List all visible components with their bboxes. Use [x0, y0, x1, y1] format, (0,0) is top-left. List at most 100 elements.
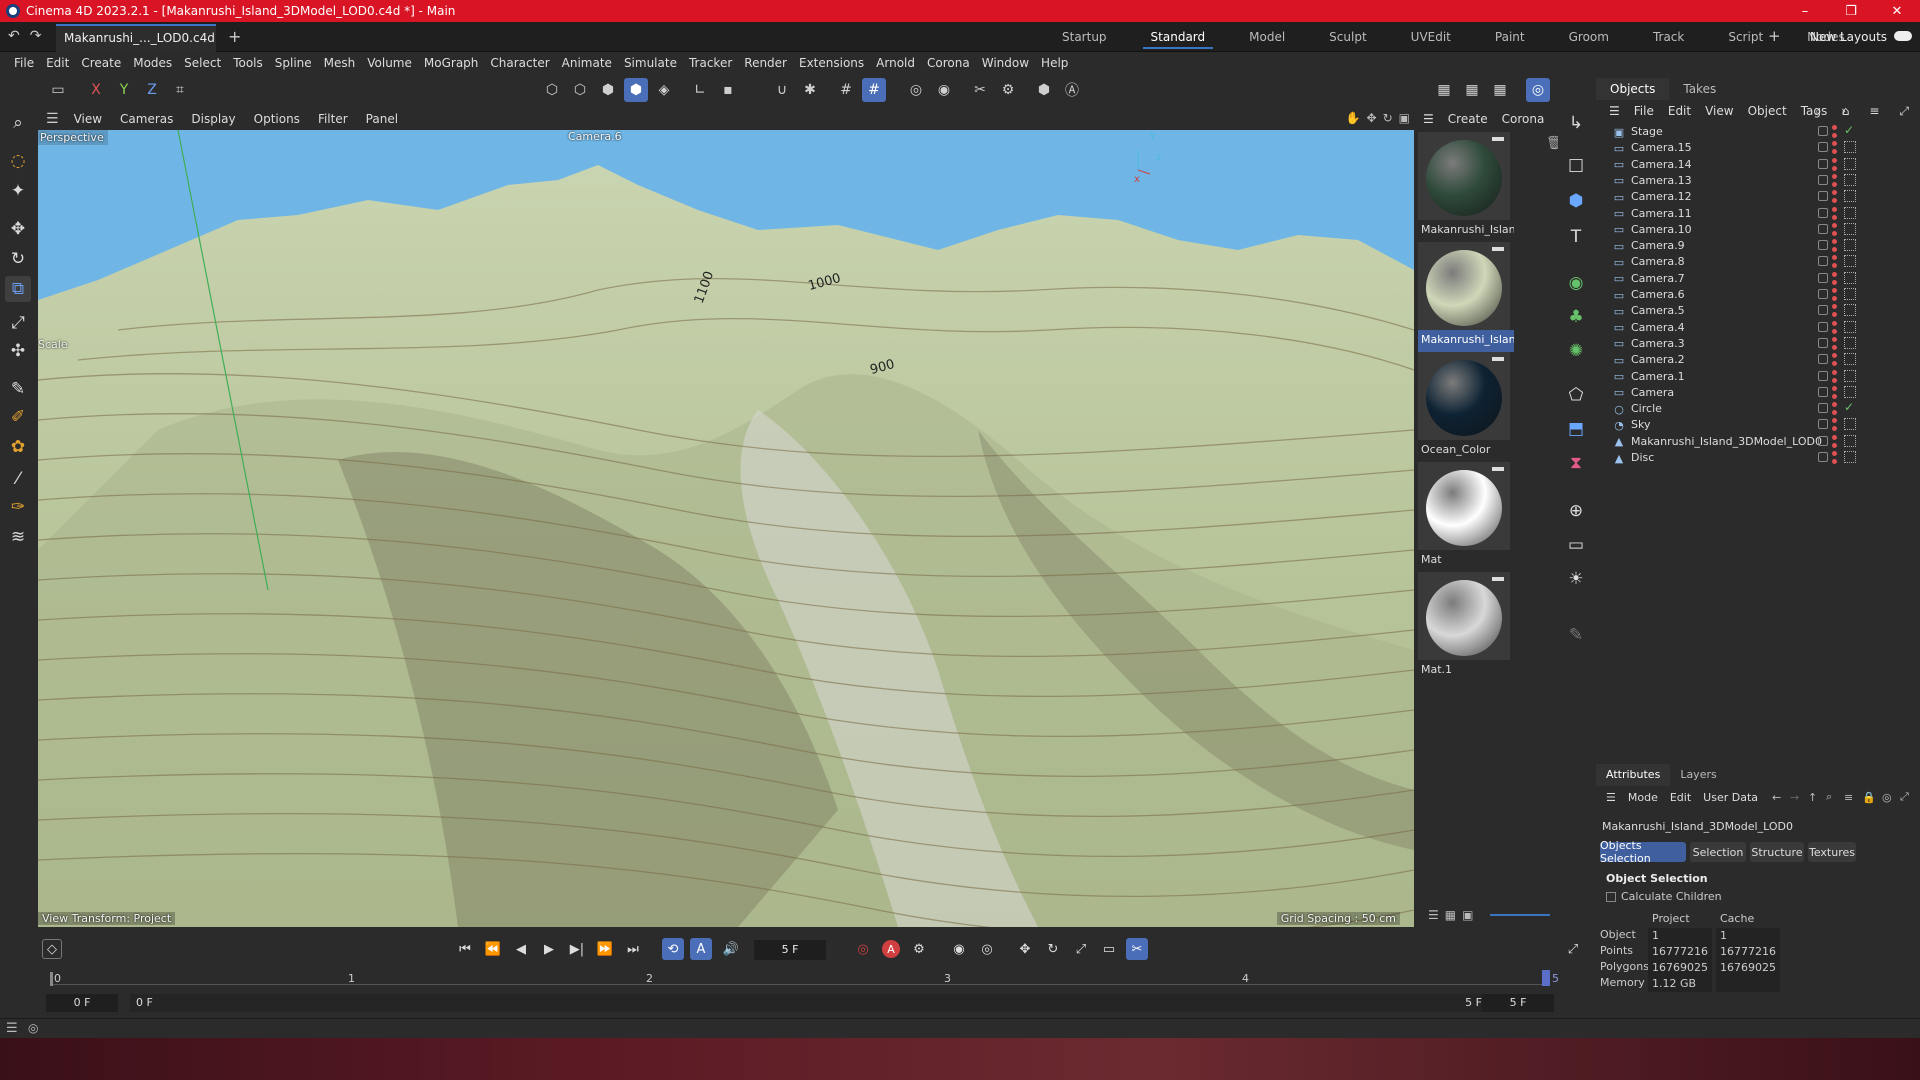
model-mode-icon[interactable]: ▭: [46, 78, 70, 102]
layout-tab-model[interactable]: Model: [1227, 22, 1307, 52]
objects-menu-file[interactable]: File: [1627, 104, 1661, 118]
menu-corona[interactable]: Corona: [921, 56, 976, 70]
visibility-dots[interactable]: [1832, 385, 1837, 400]
search-icon[interactable]: ⌕: [5, 110, 31, 136]
generator-icon[interactable]: ◉: [1563, 270, 1589, 296]
render-settings-icon[interactable]: ⚙: [996, 78, 1020, 102]
visibility-dots[interactable]: [1832, 450, 1837, 465]
viewport-menu-filter[interactable]: Filter: [309, 112, 357, 126]
menu-arnold[interactable]: Arnold: [870, 56, 921, 70]
visibility-dots[interactable]: [1832, 320, 1837, 335]
viewport-menu-options[interactable]: Options: [245, 112, 309, 126]
material-swatch[interactable]: Mat: [1418, 462, 1514, 572]
object-row[interactable]: ▲ Disc: [1596, 448, 1920, 468]
keyframe-icon[interactable]: ◇: [42, 939, 62, 959]
loop-icon[interactable]: ⟲: [662, 938, 684, 960]
layer-toggle[interactable]: [1818, 191, 1828, 202]
object-mode-icon[interactable]: ⬢: [624, 78, 648, 102]
visibility-dots[interactable]: [1832, 254, 1837, 269]
target-tag-icon[interactable]: [1844, 190, 1856, 203]
target-tag-icon[interactable]: [1844, 434, 1856, 447]
enabled-check-icon[interactable]: ✓: [1844, 400, 1854, 414]
target-tag-icon[interactable]: [1844, 336, 1856, 349]
home-icon[interactable]: ⌂: [1835, 104, 1857, 119]
target-tag-icon[interactable]: [1844, 353, 1856, 366]
layout-tab-uvedit[interactable]: UVEdit: [1389, 22, 1473, 52]
current-frame-field[interactable]: 5 F: [754, 940, 826, 960]
expand-icon[interactable]: ⤢: [1892, 104, 1916, 119]
viewport-menu-display[interactable]: Display: [182, 112, 244, 126]
snap-points-icon[interactable]: ✣: [5, 338, 31, 364]
add-layout-icon[interactable]: +: [1768, 27, 1781, 45]
start-frame-field[interactable]: 0 F: [46, 994, 118, 1012]
enabled-check-icon[interactable]: ✓: [1844, 123, 1854, 137]
transform-icon[interactable]: ⤢: [5, 310, 31, 336]
material-swatch[interactable]: Makanrushi_Island: [1418, 132, 1514, 242]
new-layouts-label[interactable]: New Layouts: [1810, 30, 1887, 44]
previous-frame-icon[interactable]: ◀: [510, 938, 532, 960]
menu-create[interactable]: Create: [75, 56, 127, 70]
visibility-dots[interactable]: [1832, 303, 1837, 318]
target-tag-icon[interactable]: [1844, 418, 1856, 431]
target-tag-icon[interactable]: [1844, 385, 1856, 398]
polygons-mode-icon[interactable]: ⬢: [596, 78, 620, 102]
coordinate-system-icon[interactable]: ⌗: [168, 78, 192, 102]
clapper-play-icon[interactable]: ▦: [1460, 78, 1484, 102]
visibility-dots[interactable]: [1832, 369, 1837, 384]
mograph-icon[interactable]: ✺: [1563, 338, 1589, 364]
list-view-icon[interactable]: ☰: [1428, 908, 1439, 922]
keyframe-selection-icon[interactable]: ◉: [948, 938, 970, 960]
orbit-icon[interactable]: ↻: [1383, 111, 1393, 125]
material-swatch[interactable]: Mat.1: [1418, 572, 1514, 682]
active-camera-label[interactable]: Camera.6: [568, 130, 622, 143]
live-selection-icon[interactable]: ✦: [5, 178, 31, 204]
snap-settings-icon[interactable]: ✱: [798, 78, 822, 102]
pan-icon[interactable]: ✋: [1346, 111, 1361, 125]
sound-icon[interactable]: 🔊: [720, 938, 742, 960]
viewport-menu-cameras[interactable]: Cameras: [111, 112, 182, 126]
attributes-menu-mode[interactable]: Mode: [1622, 791, 1664, 804]
status-menu-icon[interactable]: ☰: [6, 1021, 18, 1036]
subtab-textures[interactable]: Textures: [1808, 842, 1856, 862]
light-icon[interactable]: ☀: [1563, 566, 1589, 592]
target-tag-icon[interactable]: [1844, 451, 1856, 463]
close-button[interactable]: ✕: [1874, 0, 1920, 22]
x-axis-lock[interactable]: X: [84, 78, 108, 102]
menu-volume[interactable]: Volume: [361, 56, 418, 70]
visibility-dots[interactable]: [1832, 140, 1837, 155]
viewport-menu-panel[interactable]: Panel: [357, 112, 407, 126]
menu-mograph[interactable]: MoGraph: [418, 56, 485, 70]
visibility-dots[interactable]: [1832, 271, 1837, 286]
layer-toggle[interactable]: [1818, 305, 1828, 316]
layer-toggle[interactable]: [1818, 174, 1828, 185]
visibility-dots[interactable]: [1832, 352, 1837, 367]
z-axis-lock[interactable]: Z: [140, 78, 164, 102]
visibility-dots[interactable]: [1832, 157, 1837, 172]
redo-icon[interactable]: ↷: [30, 28, 42, 44]
visibility-dots[interactable]: [1832, 287, 1837, 302]
camera-tool-icon[interactable]: ▭: [1563, 532, 1589, 558]
new-layouts-toggle[interactable]: [1894, 31, 1912, 41]
dolly-icon[interactable]: ✥: [1367, 111, 1377, 125]
layer-toggle[interactable]: [1818, 452, 1828, 462]
clapper-icon[interactable]: ▦: [1432, 78, 1456, 102]
field-icon[interactable]: ⬒: [1563, 416, 1589, 442]
restore-button[interactable]: ❐: [1828, 0, 1874, 22]
layer-toggle[interactable]: [1818, 240, 1828, 251]
solo-mode-icon[interactable]: ▪: [716, 78, 740, 102]
axis-mode-icon[interactable]: ∟: [688, 78, 712, 102]
layer-toggle[interactable]: [1818, 435, 1828, 446]
new-window-icon[interactable]: ⤢: [1894, 790, 1915, 804]
menu-spline[interactable]: Spline: [269, 56, 318, 70]
material-menu-icon[interactable]: ☰: [1416, 112, 1441, 126]
menu-simulate[interactable]: Simulate: [618, 56, 683, 70]
points-mode-icon[interactable]: ⬡: [540, 78, 564, 102]
target-tag-icon[interactable]: [1844, 255, 1856, 268]
record-icon[interactable]: ◎: [852, 938, 874, 960]
next-key-icon[interactable]: ⏩: [594, 938, 616, 960]
key-pla-icon[interactable]: ✂: [1126, 938, 1148, 960]
select-icon[interactable]: ◌: [5, 148, 31, 174]
visibility-dots[interactable]: [1832, 417, 1837, 432]
target-tag-icon[interactable]: [1844, 271, 1856, 284]
play-icon[interactable]: ▶: [538, 938, 560, 960]
